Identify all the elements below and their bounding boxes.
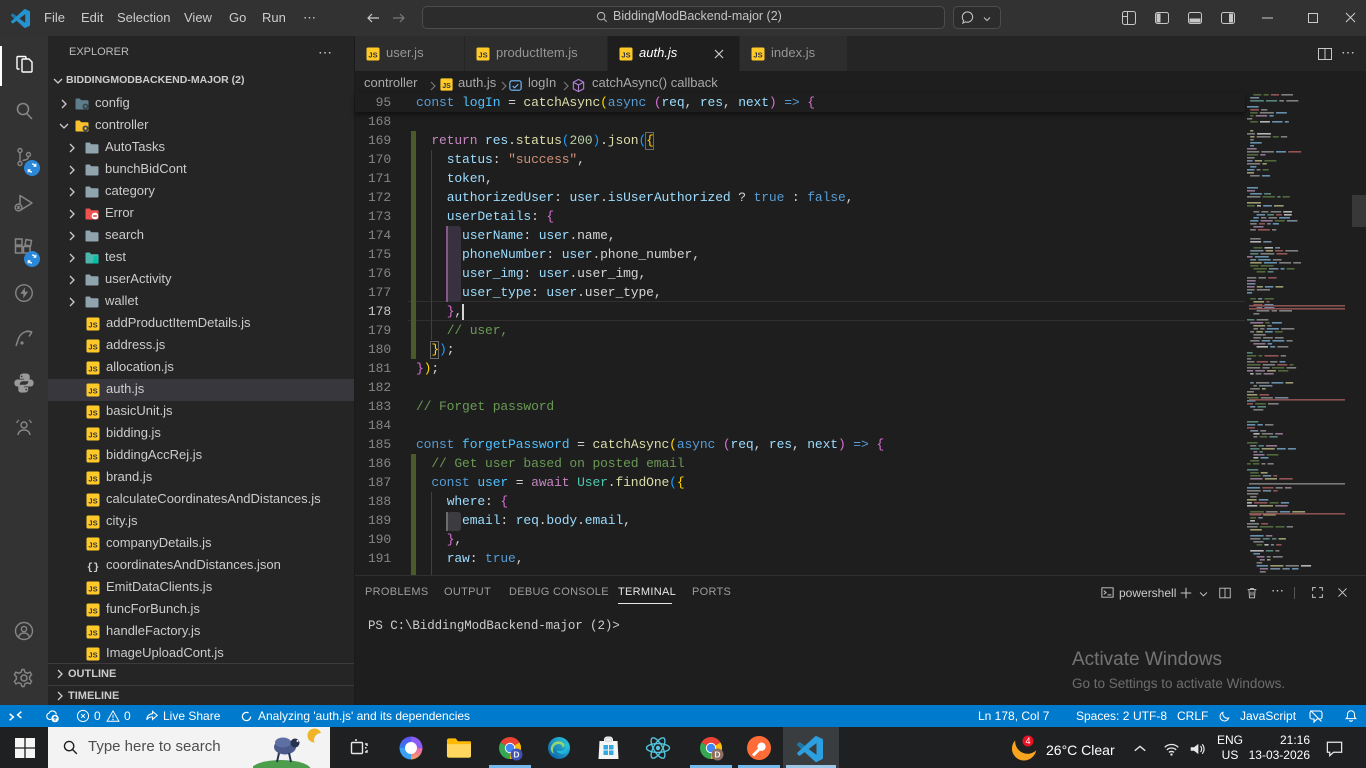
svg-text:JS: JS (88, 387, 97, 396)
svg-text:4: 4 (1025, 736, 1030, 746)
svg-text:JS: JS (88, 541, 97, 550)
svg-text:JS: JS (88, 431, 97, 440)
svg-text:JS: JS (753, 51, 762, 60)
svg-text:JS: JS (88, 365, 97, 374)
svg-text:D: D (714, 750, 720, 760)
svg-text:JS: JS (88, 475, 97, 484)
svg-text:JS: JS (621, 51, 630, 60)
svg-text:JS: JS (88, 519, 97, 528)
svg-text:JS: JS (88, 629, 97, 638)
svg-text:JS: JS (88, 409, 97, 418)
svg-text:D: D (513, 750, 519, 760)
svg-text:JS: JS (478, 51, 487, 60)
svg-text:JS: JS (88, 585, 97, 594)
svg-text:JS: JS (442, 83, 451, 90)
svg-text:JS: JS (88, 497, 97, 506)
svg-text:JS: JS (88, 343, 97, 352)
svg-text:JS: JS (88, 607, 97, 616)
svg-text:JS: JS (88, 321, 97, 330)
svg-text:{}: {} (87, 562, 100, 574)
svg-text:JS: JS (368, 51, 377, 60)
svg-text:JS: JS (88, 453, 97, 462)
svg-text:JS: JS (88, 651, 97, 660)
